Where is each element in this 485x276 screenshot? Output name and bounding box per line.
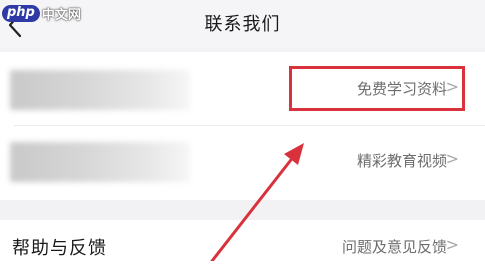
logo-php-badge: php (2, 4, 40, 22)
contact-page: 联系我们 php 中文网 免费学习资料 > 精彩教育视频 > 帮助与反馈 问题及… (0, 0, 485, 276)
blurred-account-info (10, 142, 190, 182)
feedback-link-label: 问题及意见反馈 (341, 238, 447, 256)
list-item-education-videos[interactable]: 精彩教育视频 > (0, 126, 485, 200)
watermark-logo: php 中文网 (2, 2, 81, 24)
blurred-account-info (10, 70, 190, 110)
list-item-help-feedback[interactable]: 帮助与反馈 问题及意见反馈 > (0, 220, 485, 276)
help-feedback-label: 帮助与反馈 (12, 238, 107, 259)
logo-site-name: 中文网 (41, 7, 81, 23)
chevron-right-icon: > (445, 235, 459, 254)
highlight-box (289, 66, 465, 111)
row-label: 精彩教育视频 (356, 152, 447, 170)
chevron-right-icon: > (445, 149, 459, 168)
